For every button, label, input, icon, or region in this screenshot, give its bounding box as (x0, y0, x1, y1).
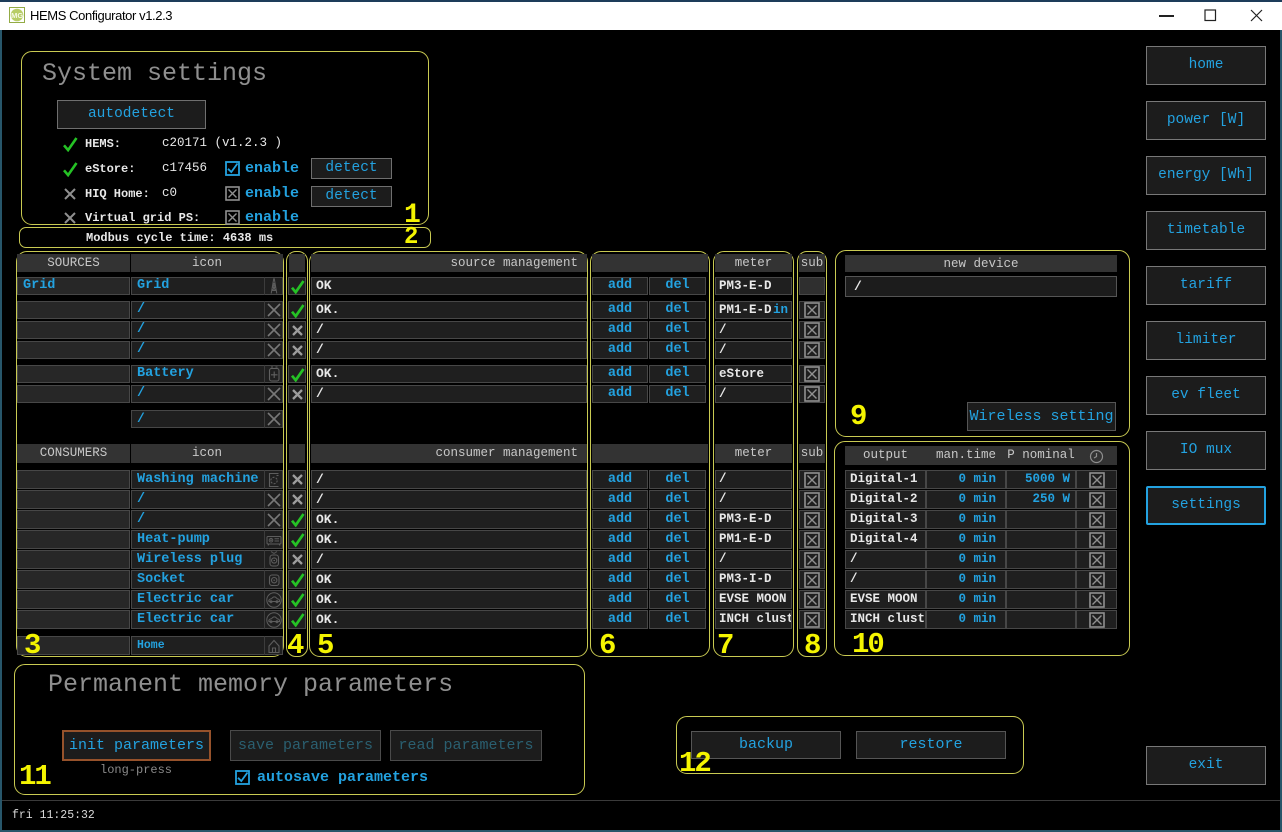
svg-text:MG: MG (11, 11, 23, 20)
